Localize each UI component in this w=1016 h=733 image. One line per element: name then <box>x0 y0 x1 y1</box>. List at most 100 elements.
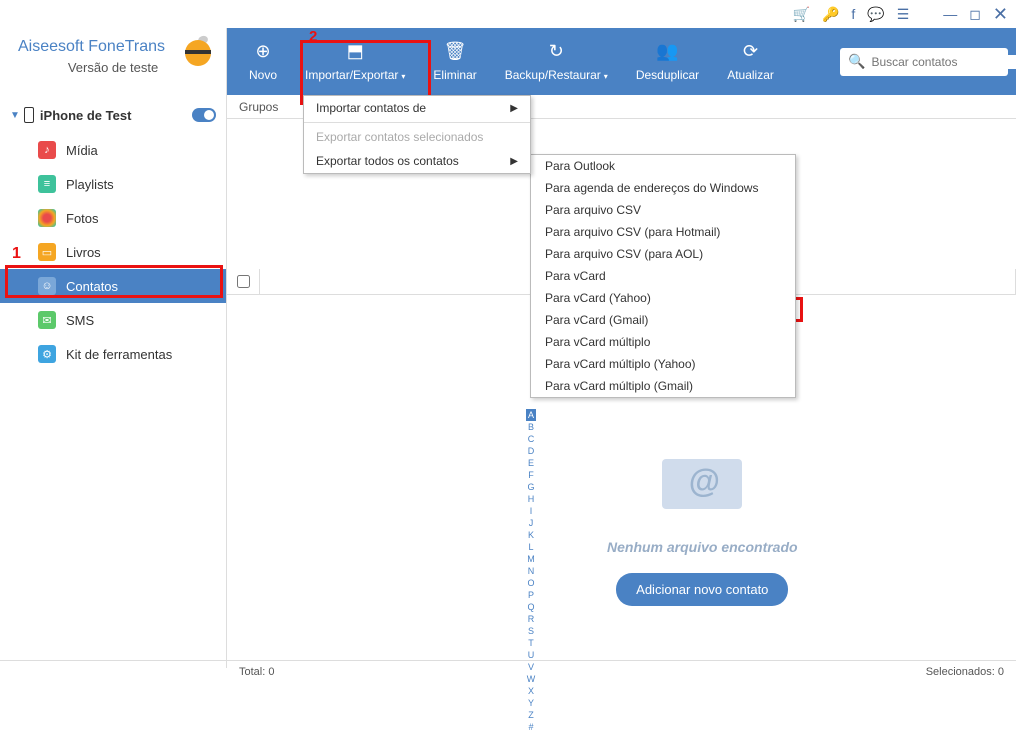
submenu2-vcard-yahoo[interactable]: Para vCard (Yahoo) <box>531 287 795 309</box>
device-toggle[interactable] <box>192 108 216 122</box>
alpha-B[interactable]: B <box>526 421 536 433</box>
submenu2-csv-aol[interactable]: Para arquivo CSV (para AOL) <box>531 243 795 265</box>
alpha-X[interactable]: X <box>526 685 536 697</box>
submenu2-vcard-multiplo-gmail[interactable]: Para vCard múltiplo (Gmail) <box>531 375 795 397</box>
alpha-H[interactable]: H <box>526 493 536 505</box>
alpha-D[interactable]: D <box>526 445 536 457</box>
phone-icon <box>24 107 34 123</box>
sidebar-item-playlists[interactable]: ≡Playlists <box>0 167 226 201</box>
sidebar-item-label: Mídia <box>66 143 98 158</box>
sidebar-item-fotos[interactable]: Fotos <box>0 201 226 235</box>
submenu2-windows[interactable]: Para agenda de endereços do Windows <box>531 177 795 199</box>
atualizar-button[interactable]: ⟳Atualizar <box>713 42 788 82</box>
tool-label: Novo <box>249 68 277 82</box>
alpha-T[interactable]: T <box>526 637 536 649</box>
device-row[interactable]: ▼ iPhone de Test <box>0 101 226 129</box>
dedup-icon: 👥 <box>656 42 678 62</box>
submenu-exportar-selecionados: Exportar contatos selecionados <box>304 125 530 149</box>
device-name: iPhone de Test <box>40 108 132 123</box>
titlebar: 🛒 🔑 f 💬 ☰ — ◻ ✕ <box>0 0 1016 28</box>
key-icon[interactable]: 🔑 <box>822 6 839 23</box>
alpha-P[interactable]: P <box>526 589 536 601</box>
maximize-icon[interactable]: ◻ <box>969 6 981 23</box>
facebook-icon[interactable]: f <box>851 6 855 22</box>
submenu-exportar-todos[interactable]: Exportar todos os contatos ▶ <box>304 149 530 173</box>
status-selected: Selecionados: 0 <box>926 666 1004 678</box>
alpha-J[interactable]: J <box>526 517 536 529</box>
submenu2-vcard-multiplo[interactable]: Para vCard múltiplo <box>531 331 795 353</box>
submenu-label: Importar contatos de <box>316 101 426 115</box>
import-export-icon: ⬒ <box>347 42 364 62</box>
backup-icon: ↻ <box>549 42 564 62</box>
tool-label: Atualizar <box>727 68 774 82</box>
sidebar-item-label: Playlists <box>66 177 114 192</box>
status-total: Total: 0 <box>239 666 274 678</box>
alpha-S[interactable]: S <box>526 625 536 637</box>
alpha-Z[interactable]: Z <box>526 709 536 721</box>
step-number-1: 1 <box>12 245 21 263</box>
alpha-O[interactable]: O <box>526 577 536 589</box>
step-number-2: 2 <box>309 28 317 45</box>
alpha-M[interactable]: M <box>526 553 536 565</box>
alpha-C[interactable]: C <box>526 433 536 445</box>
add-contact-button[interactable]: Adicionar novo contato <box>616 573 788 606</box>
fotos-icon <box>38 209 56 227</box>
submenu-label: Exportar todos os contatos <box>316 154 459 168</box>
alpha-R[interactable]: R <box>526 613 536 625</box>
import-export-submenu: Importar contatos de▶ Exportar contatos … <box>303 95 531 174</box>
desduplicar-button[interactable]: 👥Desduplicar <box>622 42 713 82</box>
tool-label: Importar/Exportar <box>305 68 398 82</box>
alpha-index[interactable]: ABCDEFGHIJKLMNOPQRSTUVWXYZ# <box>526 409 536 733</box>
alpha-E[interactable]: E <box>526 457 536 469</box>
novo-button[interactable]: ⊕ Novo <box>235 42 291 82</box>
minimize-icon[interactable]: — <box>943 6 957 22</box>
submenu2-outlook[interactable]: Para Outlook <box>531 155 795 177</box>
submenu2-vcard[interactable]: Para vCard <box>531 265 795 287</box>
checkbox-input[interactable] <box>237 275 250 288</box>
separator <box>304 122 530 123</box>
sidebar-item-label: Contatos <box>66 279 118 294</box>
plus-icon: ⊕ <box>255 42 270 62</box>
sidebar-item-label: Fotos <box>66 211 99 226</box>
grupos-label: Grupos <box>239 100 278 114</box>
alpha-G[interactable]: G <box>526 481 536 493</box>
caret-down-icon: ▼ <box>10 110 20 121</box>
content-area: ⊕Novo ⬒Importar/Exportar▾ 🗑Eliminar ↻Bac… <box>227 28 1016 668</box>
eliminar-button[interactable]: 🗑Eliminar <box>419 42 490 82</box>
sidebar-item-contatos[interactable]: ☺Contatos <box>0 269 226 303</box>
submenu2-vcard-gmail[interactable]: Para vCard (Gmail) <box>531 309 795 331</box>
arrow-right-icon: ▶ <box>510 156 518 167</box>
alpha-Y[interactable]: Y <box>526 697 536 709</box>
alpha-#[interactable]: # <box>526 721 536 733</box>
export-format-submenu: Para Outlook Para agenda de endereços do… <box>530 154 796 398</box>
search-input[interactable] <box>871 55 1016 69</box>
search-box[interactable]: 🔍 <box>840 48 1008 76</box>
backup-button[interactable]: ↻Backup/Restaurar▾ <box>491 42 622 82</box>
submenu2-csv-hotmail[interactable]: Para arquivo CSV (para Hotmail) <box>531 221 795 243</box>
trash-icon: 🗑 <box>444 42 467 62</box>
sidebar-item-kit[interactable]: ⚙Kit de ferramentas <box>0 337 226 371</box>
alpha-N[interactable]: N <box>526 565 536 577</box>
tool-label: Backup/Restaurar <box>505 68 601 82</box>
alpha-K[interactable]: K <box>526 529 536 541</box>
chat-icon[interactable]: 💬 <box>867 6 884 23</box>
alpha-F[interactable]: F <box>526 469 536 481</box>
sidebar-item-midia[interactable]: ♪Mídia <box>0 133 226 167</box>
close-icon[interactable]: ✕ <box>993 4 1008 25</box>
alpha-A[interactable]: A <box>526 409 536 421</box>
alpha-Q[interactable]: Q <box>526 601 536 613</box>
toolbar: ⊕Novo ⬒Importar/Exportar▾ 🗑Eliminar ↻Bac… <box>227 28 1016 95</box>
select-all-checkbox[interactable] <box>227 275 259 288</box>
submenu-importar-contatos[interactable]: Importar contatos de▶ <box>304 96 530 120</box>
submenu-label: Exportar contatos selecionados <box>316 130 483 144</box>
alpha-I[interactable]: I <box>526 505 536 517</box>
import-export-button[interactable]: ⬒Importar/Exportar▾ <box>291 42 419 82</box>
sidebar-item-livros[interactable]: ▭Livros <box>0 235 226 269</box>
submenu2-vcard-multiplo-yahoo[interactable]: Para vCard múltiplo (Yahoo) <box>531 353 795 375</box>
cart-icon[interactable]: 🛒 <box>793 6 810 23</box>
alpha-L[interactable]: L <box>526 541 536 553</box>
sidebar-item-sms[interactable]: ✉SMS <box>0 303 226 337</box>
menu-icon[interactable]: ☰ <box>897 6 910 23</box>
submenu2-csv[interactable]: Para arquivo CSV <box>531 199 795 221</box>
empty-icon: @ <box>652 449 752 519</box>
